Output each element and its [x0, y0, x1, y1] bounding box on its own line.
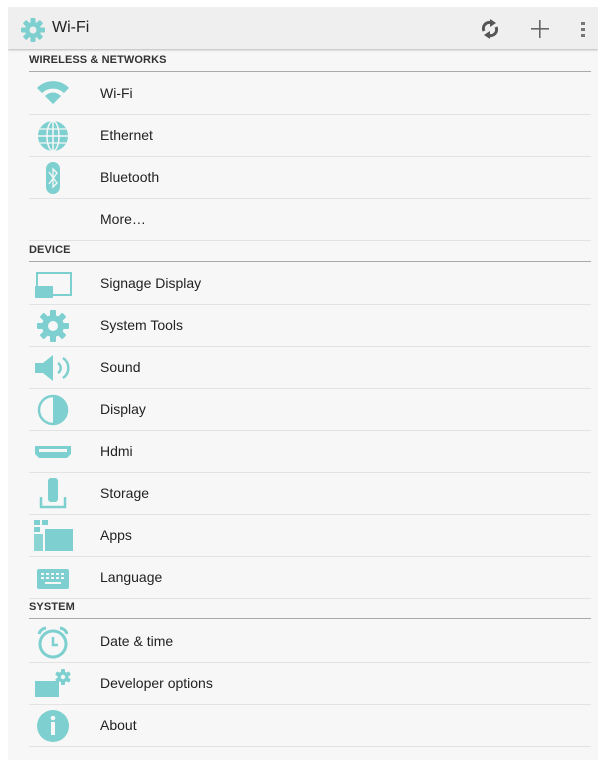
apps-icon — [33, 519, 73, 553]
settings-item-label: Hdmi — [100, 443, 133, 459]
settings-gear-icon[interactable] — [20, 17, 46, 43]
settings-item-label: Wi-Fi — [100, 85, 133, 101]
settings-item-label: About — [100, 717, 137, 733]
section-header-wireless: WIRELESS & NETWORKS — [29, 50, 591, 72]
settings-item-label: Display — [100, 401, 146, 417]
settings-item-label: Date & time — [100, 633, 174, 649]
settings-item-sound[interactable]: Sound — [29, 347, 591, 389]
settings-item-label: Sound — [100, 359, 141, 375]
settings-item-apps[interactable]: Apps — [29, 515, 591, 557]
overflow-menu-icon[interactable] — [576, 17, 590, 41]
settings-item-ethernet[interactable]: Ethernet — [29, 115, 591, 157]
settings-item-label: System Tools — [100, 317, 183, 333]
hdmi-icon — [33, 435, 73, 469]
settings-item-language[interactable]: Language — [29, 557, 591, 599]
section-header-device: DEVICE — [29, 240, 591, 262]
settings-window: Wi-Fi WIRELESS & NETWORKS Wi-Fi Ethernet… — [8, 7, 598, 760]
settings-item-system-tools[interactable]: System Tools — [29, 305, 591, 347]
gear-icon — [33, 309, 73, 343]
settings-item-bluetooth[interactable]: Bluetooth — [29, 157, 591, 199]
section-header-system: SYSTEM — [29, 597, 591, 619]
wifi-icon — [33, 77, 73, 111]
settings-item-developer-options[interactable]: Developer options — [29, 663, 591, 705]
speaker-icon — [33, 351, 73, 385]
settings-item-display[interactable]: Display — [29, 389, 591, 431]
settings-item-about[interactable]: About — [29, 705, 591, 747]
settings-item-label: Language — [100, 569, 163, 585]
settings-item-label: Signage Display — [100, 275, 202, 291]
settings-item-more[interactable]: More… — [29, 199, 591, 241]
settings-item-wifi[interactable]: Wi-Fi — [29, 73, 591, 115]
settings-item-hdmi[interactable]: Hdmi — [29, 431, 591, 473]
page-title: Wi-Fi — [52, 19, 90, 36]
settings-item-signage-display[interactable]: Signage Display — [29, 263, 591, 305]
settings-item-storage[interactable]: Storage — [29, 473, 591, 515]
settings-item-label: Bluetooth — [100, 169, 160, 185]
refresh-icon[interactable] — [478, 17, 502, 41]
globe-icon — [33, 119, 73, 153]
settings-item-label: Storage — [100, 485, 150, 501]
alarm-clock-icon — [33, 625, 73, 659]
settings-item-label: Apps — [100, 527, 132, 543]
developer-gear-icon — [33, 667, 73, 701]
settings-item-date-time[interactable]: Date & time — [29, 621, 591, 663]
info-icon — [33, 709, 73, 743]
cast-display-icon — [33, 267, 73, 301]
bluetooth-icon — [33, 161, 73, 195]
action-bar: Wi-Fi — [8, 7, 598, 49]
brightness-icon — [33, 393, 73, 427]
keyboard-icon — [33, 561, 73, 595]
storage-icon — [33, 477, 73, 511]
settings-item-label: More… — [100, 211, 146, 227]
settings-item-label: Developer options — [100, 675, 213, 691]
settings-item-label: Ethernet — [100, 127, 153, 143]
add-icon[interactable] — [528, 17, 552, 41]
